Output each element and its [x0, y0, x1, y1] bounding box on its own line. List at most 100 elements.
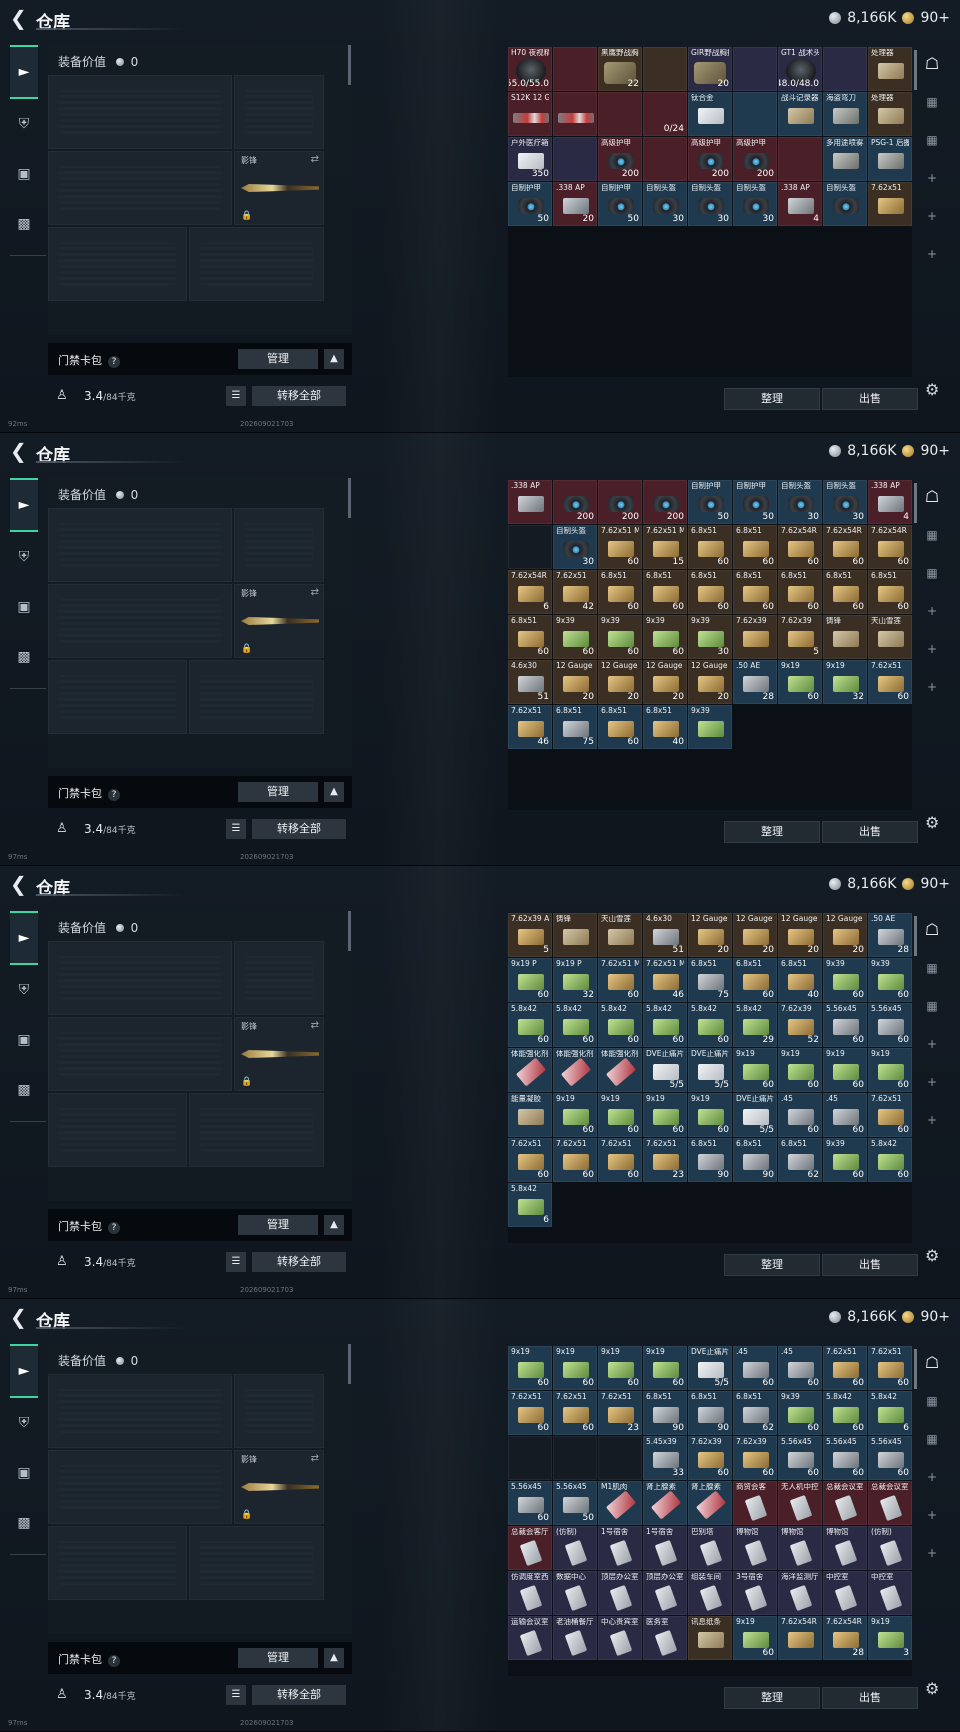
stash-item[interactable]: 自制头盔 30	[823, 480, 867, 524]
tab-clipboard-icon[interactable]: ▣	[10, 1015, 38, 1065]
stash-item[interactable]: 7.62x51 M 46	[643, 958, 687, 1002]
stash-item[interactable]: 6.8x51 60	[733, 958, 777, 1002]
stash-item[interactable]: DVE止痛片 5/5	[643, 1048, 687, 1092]
sort-button[interactable]: 整理	[724, 1687, 820, 1709]
stash-item[interactable]: 顶层办公室	[643, 1571, 687, 1615]
loadout-scrollbar[interactable]	[348, 911, 351, 951]
stash-item[interactable]: 自制头盔 30	[553, 525, 597, 569]
secondary-weapon-slot[interactable]	[48, 151, 232, 225]
stash-item[interactable]: 0/24	[643, 92, 687, 136]
tab-armor-icon[interactable]: ⛨	[10, 965, 38, 1015]
stash-item[interactable]: GIR野战胸挂 全球力量 20	[688, 47, 732, 91]
stash-item[interactable]: (仿制)	[553, 1526, 597, 1570]
stash-item[interactable]: 4.6x30 51	[643, 913, 687, 957]
stash-item[interactable]: 巴别塔	[688, 1526, 732, 1570]
tab-weapons-icon[interactable]: ►	[10, 911, 38, 965]
stash-item[interactable]: 自制头盔 30	[688, 182, 732, 226]
stash-item[interactable]: 体能强化剂	[598, 1048, 642, 1092]
stash-item[interactable]	[553, 137, 597, 181]
sell-button[interactable]: 出售	[822, 1254, 918, 1276]
secondary-weapon-slot[interactable]	[48, 1450, 232, 1524]
stash-item[interactable]	[733, 92, 777, 136]
settings-gear-icon[interactable]: ⚙	[925, 380, 939, 399]
armor-slot[interactable]	[189, 660, 324, 734]
stash-item[interactable]: 7.62x51 60	[508, 1138, 552, 1182]
manage-button[interactable]: 管理	[238, 1648, 318, 1668]
stash-item[interactable]: 5.45x39 33	[643, 1436, 687, 1480]
stash-item[interactable]: 9x19 60	[733, 1048, 777, 1092]
stash-item[interactable]: 6.8x51 60	[598, 705, 642, 749]
stash-item[interactable]: 自制护甲 50	[688, 480, 732, 524]
stash-item[interactable]: 5.8x42 60	[868, 1138, 912, 1182]
help-icon[interactable]: ?	[108, 356, 120, 368]
stash-item[interactable]: 12 Gauge 20	[598, 660, 642, 704]
collapse-up-icon[interactable]: ▲	[324, 349, 344, 369]
stash-item[interactable]: 9x19 60	[778, 1048, 822, 1092]
list-icon[interactable]: ☰	[226, 819, 246, 839]
stash-item[interactable]: 7.62x51 60	[553, 1138, 597, 1182]
stash-item[interactable]: 能量凝胶	[508, 1093, 552, 1137]
stash-item[interactable]	[733, 47, 777, 91]
stash-page-icon[interactable]: +	[918, 1068, 946, 1096]
stash-item[interactable]: 1号宿舍	[643, 1526, 687, 1570]
stash-item[interactable]: 12 Gauge 20	[688, 913, 732, 957]
stash-item[interactable]: .338 AP	[508, 480, 552, 524]
secondary-weapon-slot[interactable]	[48, 1017, 232, 1091]
stash-item[interactable]: 5.8x42 6	[868, 1391, 912, 1435]
stash-item[interactable]	[778, 137, 822, 181]
stash-item[interactable]: 9x39 60	[643, 615, 687, 659]
stash-item[interactable]: 6.8x51 60	[733, 570, 777, 614]
tab-briefcase-icon[interactable]: ▩	[10, 1498, 38, 1548]
stash-item[interactable]: 海盗弯刀	[823, 92, 867, 136]
stash-page-icon[interactable]: ▦	[918, 1387, 946, 1415]
help-icon[interactable]: ?	[108, 1222, 120, 1234]
primary-weapon-slot[interactable]	[48, 75, 232, 149]
stash-item[interactable]: 自制护甲 50	[733, 480, 777, 524]
armor-slot[interactable]	[189, 1526, 324, 1600]
melee-slot[interactable]: 影锋 ⇄ 🔒	[234, 151, 324, 225]
stash-item[interactable]: GT1 战术头盔 全球力量 48.0/48.0	[778, 47, 822, 91]
stash-item[interactable]: 9x19 60	[643, 1346, 687, 1390]
stash-item[interactable]: 5.56x45 60	[823, 1436, 867, 1480]
stash-item[interactable]: 肾上腺素	[688, 1481, 732, 1525]
stash-item[interactable]: 6.8x51 60	[643, 570, 687, 614]
stash-item[interactable]: 5.8x42 60	[598, 1003, 642, 1047]
back-icon[interactable]: ❮	[10, 8, 30, 28]
back-icon[interactable]: ❮	[10, 874, 30, 894]
stash-item[interactable]: .338 AP 4	[868, 480, 912, 524]
stash-item[interactable]: 9x39 60	[778, 1391, 822, 1435]
stash-item[interactable]: 自制头盔 30	[643, 182, 687, 226]
stash-home-icon[interactable]: ☖	[918, 916, 946, 944]
stash-item[interactable]: 医务室	[643, 1616, 687, 1660]
tab-weapons-icon[interactable]: ►	[10, 1344, 38, 1398]
stash-page-icon[interactable]: +	[918, 1501, 946, 1529]
pistol-slot[interactable]	[234, 941, 324, 1015]
stash-item[interactable]: 12 Gauge 20	[688, 660, 732, 704]
stash-item[interactable]: 体能强化剂	[508, 1048, 552, 1092]
settings-gear-icon[interactable]: ⚙	[925, 1246, 939, 1265]
stash-item[interactable]: DVE止痛片 5/5	[688, 1048, 732, 1092]
stash-item[interactable]: 6.8x51 90	[643, 1391, 687, 1435]
stash-item[interactable]: 自制护甲 50	[598, 182, 642, 226]
stash-item[interactable]: 1号宿舍	[598, 1526, 642, 1570]
stash-item[interactable]: 4.6x30 51	[508, 660, 552, 704]
stash-home-icon[interactable]: ☖	[918, 50, 946, 78]
stash-item[interactable]: 6.8x51 90	[688, 1138, 732, 1182]
stash-item[interactable]: 总裁会客厅	[508, 1526, 552, 1570]
stash-item[interactable]: 自制头盔	[823, 182, 867, 226]
stash-item[interactable]: 6.8x51 60	[868, 570, 912, 614]
pistol-slot[interactable]	[234, 75, 324, 149]
stash-item[interactable]: 9x39 60	[823, 1138, 867, 1182]
stash-page-icon[interactable]: ▦	[918, 954, 946, 982]
stash-item[interactable]: 12 Gauge 20	[778, 913, 822, 957]
stash-item[interactable]: 中控室	[823, 1571, 867, 1615]
swap-icon[interactable]: ⇄	[311, 154, 319, 165]
stash-item[interactable]: 仿调度室西	[508, 1571, 552, 1615]
stash-item[interactable]: 无人机中控	[778, 1481, 822, 1525]
stash-item[interactable]: 7.62x51 23	[598, 1391, 642, 1435]
help-icon[interactable]: ?	[108, 1655, 120, 1667]
collapse-up-icon[interactable]: ▲	[324, 782, 344, 802]
stash-item[interactable]: 海洋监测厅	[778, 1571, 822, 1615]
add-page-icon[interactable]: +	[918, 1463, 946, 1491]
stash-item[interactable]: 7.62x54R 28	[823, 1616, 867, 1660]
